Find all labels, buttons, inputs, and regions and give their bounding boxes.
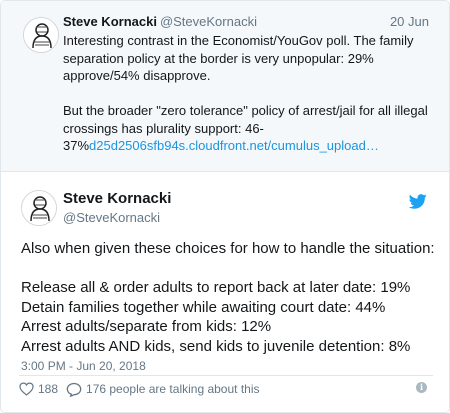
author-handle[interactable]: @SteveKornacki [63, 210, 160, 225]
author-name[interactable]: Steve Kornacki [63, 190, 171, 207]
tweet-actions: 188 176 people are talking about this [19, 380, 260, 398]
quoted-author-name[interactable]: Steve Kornacki [63, 14, 157, 29]
tweet-timestamp[interactable]: 3:00 PM - Jun 20, 2018 [21, 359, 146, 373]
tweet-text: Also when given these choices for how to… [21, 240, 435, 355]
heart-icon[interactable] [19, 382, 34, 396]
quoted-text: Interesting contrast in the Economist/Yo… [63, 32, 431, 155]
talking-about-text[interactable]: 176 people are talking about this [86, 382, 259, 396]
quoted-author-handle[interactable]: @SteveKornacki [160, 14, 257, 29]
quoted-date[interactable]: 20 Jun [390, 14, 429, 29]
info-icon[interactable]: i [416, 382, 427, 393]
quoted-author[interactable]: Steve Kornacki @SteveKornacki [63, 14, 257, 29]
sketch-portrait-icon [22, 191, 56, 225]
quoted-tweet[interactable]: Steve Kornacki @SteveKornacki 20 Jun Inte… [1, 1, 449, 172]
quoted-avatar[interactable] [23, 17, 59, 53]
speech-bubble-icon[interactable] [66, 382, 82, 397]
quoted-body: Interesting contrast in the Economist/Yo… [63, 33, 428, 153]
divider [19, 375, 433, 376]
author-avatar[interactable] [21, 190, 57, 226]
embedded-tweet-card: Steve Kornacki @SteveKornacki 20 Jun Inte… [0, 0, 450, 413]
quoted-link[interactable]: d25d2506sfb94s.cloudfront.net/cumulus_up… [89, 138, 379, 153]
like-count[interactable]: 188 [38, 382, 58, 396]
sketch-portrait-icon [24, 18, 58, 52]
twitter-bird-icon[interactable] [409, 194, 427, 209]
